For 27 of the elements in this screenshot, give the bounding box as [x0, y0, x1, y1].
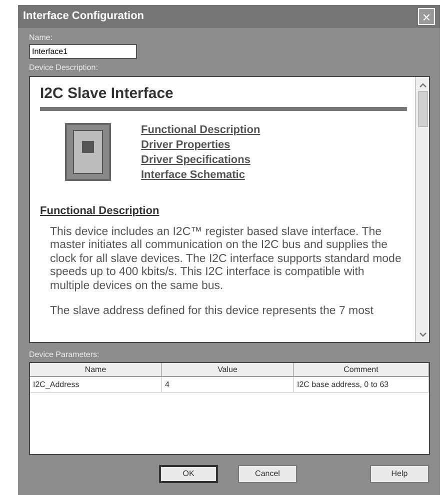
table-cell: I2C_Address [30, 377, 162, 392]
column-header[interactable]: Comment [294, 363, 429, 376]
dialog-button[interactable]: OK [159, 465, 218, 483]
description-heading: I2C Slave Interface [40, 85, 174, 103]
dialog-button[interactable]: Help [370, 465, 429, 483]
name-input-field[interactable]: Interface1 [29, 44, 137, 59]
chip-icon [65, 123, 111, 181]
table-cell: I2C base address, 0 to 63 [294, 377, 429, 392]
section-link[interactable]: Functional Description [141, 123, 260, 138]
field-label: Name: [29, 32, 54, 44]
scroll-down-icon[interactable] [418, 332, 426, 338]
description-paragraph: The slave address defined for this device represents the 7 most [50, 305, 374, 318]
dialog-button[interactable]: Cancel [238, 465, 297, 483]
field-label: Device Description: [29, 62, 99, 74]
section-heading: Functional Description [40, 204, 160, 219]
scroll-thumb[interactable] [418, 91, 428, 127]
section-link[interactable]: Interface Schematic [141, 168, 260, 183]
scroll-bar[interactable] [415, 77, 429, 342]
section-link[interactable]: Driver Properties [141, 138, 260, 153]
section-link[interactable]: Driver Specifications [141, 153, 260, 168]
window-title: Interface Configuration [23, 9, 144, 24]
column-header[interactable]: Name [30, 363, 162, 376]
table-cell: 4 [162, 377, 294, 392]
description-paragraph: This device includes an I2C™ register based slave interface. The master initiates all communication on the I2C bus and supplies the clock for all slave devices. The I2C interface supports standard mode speeds up to 400 kbits/s. This I2C interface is compatible with multiple devices on the same bus. [50, 226, 402, 293]
column-header[interactable]: Value [162, 363, 294, 376]
field-label: Device Parameters: [29, 349, 100, 361]
scroll-up-icon[interactable] [418, 82, 426, 88]
